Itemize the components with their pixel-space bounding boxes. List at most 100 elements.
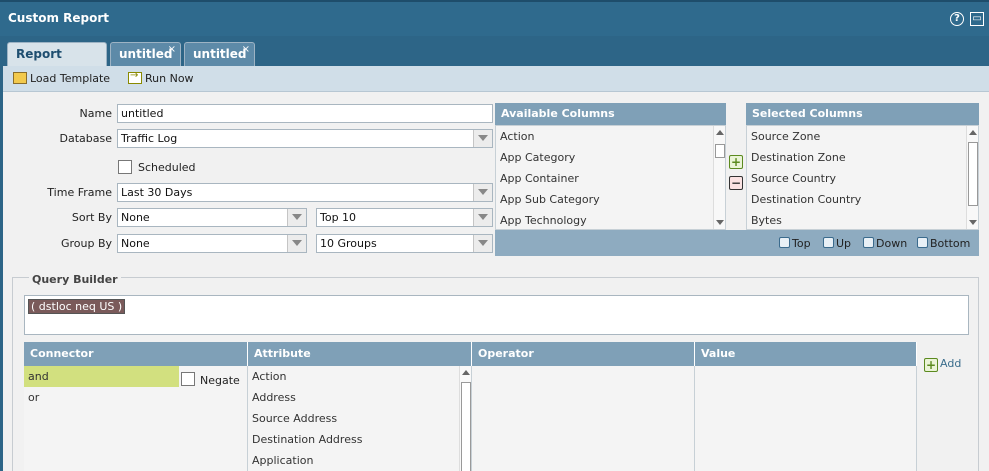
- attribute-header: Attribute: [248, 342, 472, 366]
- scrollbar[interactable]: [459, 366, 471, 471]
- move-down-button[interactable]: Down: [863, 237, 907, 250]
- scroll-down-icon[interactable]: [969, 220, 977, 225]
- scroll-up-icon[interactable]: [716, 130, 724, 135]
- sortby-label: Sort By: [71, 211, 112, 224]
- scroll-thumb[interactable]: [968, 142, 978, 206]
- list-item[interactable]: Source Zone: [747, 126, 978, 147]
- list-item[interactable]: Destination Zone: [747, 147, 978, 168]
- attribute-list[interactable]: Action Address Source Address Destinatio…: [248, 366, 472, 471]
- operator-header: Operator: [472, 342, 695, 366]
- folder-icon: [13, 72, 27, 84]
- chevron-down-icon[interactable]: [478, 214, 488, 220]
- connector-header: Connector: [24, 342, 248, 366]
- tab-strip: Report Setting untitled × untitled ×: [0, 36, 989, 83]
- load-template-button[interactable]: Load Template: [13, 72, 110, 85]
- query-expression[interactable]: ( dstloc neq US ): [28, 299, 126, 314]
- groupby-label: Group By: [60, 237, 112, 250]
- list-item[interactable]: Bytes: [747, 210, 978, 229]
- list-item[interactable]: App Sub Category: [496, 189, 725, 210]
- scroll-thumb[interactable]: [461, 382, 471, 471]
- database-value: Traffic Log: [121, 132, 178, 145]
- close-icon[interactable]: ×: [242, 39, 250, 61]
- tab-label: untitled: [193, 47, 247, 61]
- tab-label: untitled: [119, 47, 173, 61]
- timeframe-value: Last 30 Days: [121, 186, 193, 199]
- list-item[interactable]: App Category: [496, 147, 725, 168]
- tab-report-setting[interactable]: Report Setting: [7, 42, 107, 83]
- sortby-top-value: Top 10: [320, 211, 357, 224]
- close-icon[interactable]: ×: [168, 39, 176, 61]
- scrollbar[interactable]: [966, 126, 978, 229]
- negate-checkbox[interactable]: [181, 372, 195, 386]
- move-down-icon: [863, 237, 874, 248]
- query-builder-title: Query Builder: [29, 273, 121, 286]
- connector-and[interactable]: and: [24, 366, 179, 387]
- chevron-down-icon[interactable]: [478, 135, 488, 141]
- move-down-label: Down: [876, 237, 908, 250]
- name-field[interactable]: untitled: [117, 104, 493, 123]
- available-columns-header: Available Columns: [495, 103, 726, 125]
- add-button[interactable]: + Add: [924, 357, 961, 372]
- scheduled-checkbox[interactable]: [118, 160, 132, 174]
- chevron-down-icon[interactable]: [292, 240, 302, 246]
- query-expression-field[interactable]: ( dstloc neq US ): [24, 295, 969, 335]
- tab-untitled-2[interactable]: untitled ×: [184, 42, 255, 66]
- help-icon[interactable]: ?: [950, 12, 964, 26]
- move-up-icon: [823, 237, 834, 248]
- move-toolbar: Top Up Down Bottom: [495, 230, 979, 256]
- move-top-button[interactable]: Top: [779, 237, 811, 250]
- value-list[interactable]: [695, 366, 917, 471]
- available-columns-list[interactable]: Action App Category App Container App Su…: [495, 125, 726, 230]
- scroll-up-icon[interactable]: [462, 370, 470, 375]
- dialog-titlebar: Custom Report ? ▭: [0, 0, 989, 36]
- run-now-button[interactable]: Run Now: [128, 70, 194, 85]
- value-header: Value: [695, 342, 917, 366]
- groupby-count-value: 10 Groups: [320, 237, 377, 250]
- operator-list[interactable]: [472, 366, 695, 471]
- scrollbar[interactable]: [713, 126, 725, 229]
- report-setting-panel: Load Template Run Now Name untitled Data…: [0, 66, 989, 471]
- connector-or[interactable]: or: [24, 387, 179, 408]
- scroll-down-icon[interactable]: [716, 220, 724, 225]
- plus-icon: +: [924, 358, 938, 372]
- scroll-thumb[interactable]: [715, 144, 725, 158]
- selected-columns-list[interactable]: Source Zone Destination Zone Source Coun…: [746, 125, 979, 230]
- list-item[interactable]: Source Country: [747, 168, 978, 189]
- chevron-down-icon[interactable]: [478, 189, 488, 195]
- list-item[interactable]: App Container: [496, 168, 725, 189]
- groupby-value: None: [121, 237, 150, 250]
- name-label: Name: [79, 107, 112, 120]
- move-up-label: Up: [836, 237, 852, 250]
- chevron-down-icon[interactable]: [478, 240, 488, 246]
- list-item[interactable]: Application: [248, 450, 471, 471]
- toolbar: Load Template Run Now: [3, 66, 989, 92]
- sortby-select[interactable]: None: [117, 208, 307, 227]
- plus-icon[interactable]: +: [729, 155, 743, 169]
- list-item[interactable]: Destination Country: [747, 189, 978, 210]
- run-icon: [128, 70, 142, 84]
- groupby-count-select[interactable]: 10 Groups: [316, 234, 493, 253]
- move-bottom-label: Bottom: [930, 237, 971, 250]
- sortby-top-select[interactable]: Top 10: [316, 208, 493, 227]
- dialog-title: Custom Report: [8, 11, 110, 25]
- database-select[interactable]: Traffic Log: [117, 129, 493, 148]
- tab-untitled-1[interactable]: untitled ×: [110, 42, 181, 66]
- list-item[interactable]: Destination Address: [248, 429, 471, 450]
- list-item[interactable]: App Technology: [496, 210, 725, 229]
- groupby-select[interactable]: None: [117, 234, 307, 253]
- list-item[interactable]: Action: [496, 126, 725, 147]
- list-item[interactable]: Source Address: [248, 408, 471, 429]
- connector-list[interactable]: and or Negate: [24, 366, 248, 471]
- list-item[interactable]: Action: [248, 366, 471, 387]
- move-up-button[interactable]: Up: [823, 237, 851, 250]
- load-template-label: Load Template: [30, 72, 111, 85]
- scroll-up-icon[interactable]: [969, 130, 977, 135]
- move-bottom-button[interactable]: Bottom: [917, 237, 970, 250]
- minus-icon[interactable]: −: [729, 176, 743, 190]
- window-icon[interactable]: ▭: [970, 12, 984, 26]
- chevron-down-icon[interactable]: [292, 214, 302, 220]
- timeframe-select[interactable]: Last 30 Days: [117, 183, 493, 202]
- list-item[interactable]: Address: [248, 387, 471, 408]
- scheduled-label: Scheduled: [138, 161, 196, 174]
- selected-columns-header: Selected Columns: [746, 103, 979, 125]
